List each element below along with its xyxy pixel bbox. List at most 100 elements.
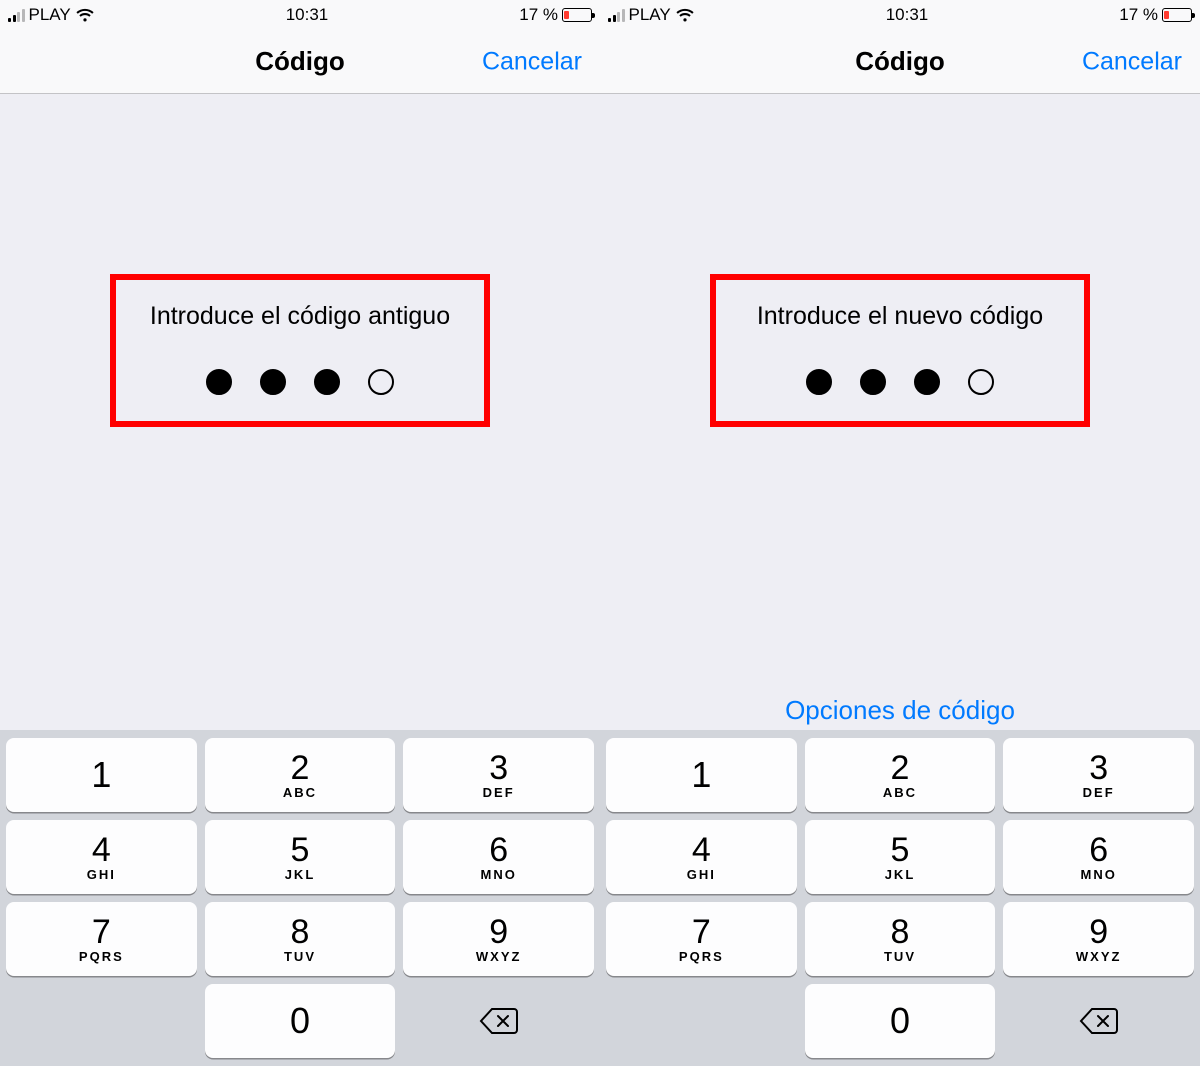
passcode-dot (260, 369, 286, 395)
key-4[interactable]: 4GHI (6, 820, 197, 894)
key-letters: WXYZ (1076, 949, 1122, 964)
key-digit: 5 (291, 833, 310, 867)
key-letters: ABC (883, 785, 917, 800)
key-1[interactable]: 1 (6, 738, 197, 812)
key-digit: 9 (1089, 915, 1108, 949)
key-letters: JKL (885, 867, 916, 882)
status-right: 17 % (1119, 5, 1192, 25)
key-letters: MNO (480, 867, 516, 882)
passcode-dot (368, 369, 394, 395)
passcode-dot (314, 369, 340, 395)
key-9[interactable]: 9WXYZ (403, 902, 594, 976)
status-left: PLAY (608, 5, 695, 25)
key-4[interactable]: 4GHI (606, 820, 797, 894)
backspace-icon (1078, 1006, 1120, 1036)
key-7[interactable]: 7PQRS (6, 902, 197, 976)
page-title: Código (855, 46, 945, 77)
key-letters: MNO (1080, 867, 1116, 882)
key-letters: ABC (283, 785, 317, 800)
passcode-dot (806, 369, 832, 395)
key-6[interactable]: 6MNO (403, 820, 594, 894)
prompt-text: Introduce el código antiguo (126, 302, 474, 331)
key-2[interactable]: 2ABC (805, 738, 996, 812)
passcode-dot (860, 369, 886, 395)
signal-icon (8, 9, 25, 22)
battery-pct: 17 % (1119, 5, 1158, 25)
key-5[interactable]: 5JKL (805, 820, 996, 894)
key-0[interactable]: 0 (205, 984, 396, 1058)
passcode-dot (914, 369, 940, 395)
key-6[interactable]: 6MNO (1003, 820, 1194, 894)
nav-bar: Código Cancelar (0, 30, 600, 94)
backspace-icon (478, 1006, 520, 1036)
nav-bar: Código Cancelar (600, 30, 1200, 94)
battery-icon (1162, 8, 1192, 22)
key-digit: 2 (291, 751, 310, 785)
key-2[interactable]: 2ABC (205, 738, 396, 812)
key-digit: 4 (692, 833, 711, 867)
numeric-keypad: 1 2ABC 3DEF 4GHI 5JKL 6MNO 7PQRS 8TUV 9W… (600, 730, 1200, 1066)
battery-icon (562, 8, 592, 22)
key-letters: TUV (884, 949, 916, 964)
passcode-dot (968, 369, 994, 395)
passcode-dots (126, 369, 474, 395)
highlight-box: Introduce el código antiguo (110, 274, 490, 427)
page-title: Código (255, 46, 345, 77)
key-letters: DEF (483, 785, 515, 800)
wifi-icon (75, 8, 95, 23)
cancel-button[interactable]: Cancelar (1082, 47, 1182, 76)
carrier-label: PLAY (29, 5, 71, 25)
key-letters: DEF (1083, 785, 1115, 800)
carrier-label: PLAY (629, 5, 671, 25)
key-digit: 8 (891, 915, 910, 949)
key-letters: WXYZ (476, 949, 522, 964)
status-right: 17 % (519, 5, 592, 25)
screen-new-passcode: PLAY 10:31 17 % Código Cancelar Introduc… (600, 0, 1200, 1066)
wifi-icon (675, 8, 695, 23)
key-letters: PQRS (79, 949, 124, 964)
key-3[interactable]: 3DEF (403, 738, 594, 812)
backspace-button[interactable] (1003, 984, 1194, 1058)
key-1[interactable]: 1 (606, 738, 797, 812)
key-digit: 3 (489, 751, 508, 785)
passcode-options-button[interactable]: Opciones de código (600, 695, 1200, 726)
key-5[interactable]: 5JKL (205, 820, 396, 894)
signal-icon (608, 9, 625, 22)
status-left: PLAY (8, 5, 95, 25)
key-digit: 7 (692, 915, 711, 949)
key-3[interactable]: 3DEF (1003, 738, 1194, 812)
key-digit: 8 (291, 915, 310, 949)
key-digit: 2 (891, 751, 910, 785)
key-8[interactable]: 8TUV (805, 902, 996, 976)
battery-pct: 17 % (519, 5, 558, 25)
key-digit: 4 (92, 833, 111, 867)
cancel-button[interactable]: Cancelar (482, 47, 582, 76)
key-letters: PQRS (679, 949, 724, 964)
numeric-keypad: 1 2ABC 3DEF 4GHI 5JKL 6MNO 7PQRS 8TUV 9W… (0, 730, 600, 1066)
key-letters: GHI (687, 867, 716, 882)
key-letters: TUV (284, 949, 316, 964)
key-digit: 1 (691, 757, 711, 793)
key-letters: JKL (285, 867, 316, 882)
backspace-button[interactable] (403, 984, 594, 1058)
highlight-box: Introduce el nuevo código (710, 274, 1090, 427)
status-bar: PLAY 10:31 17 % (600, 0, 1200, 30)
key-blank (606, 984, 797, 1058)
screen-old-passcode: PLAY 10:31 17 % Código Cancelar Introduc… (0, 0, 600, 1066)
status-bar: PLAY 10:31 17 % (0, 0, 600, 30)
status-time: 10:31 (886, 5, 929, 25)
key-digit: 0 (890, 1003, 910, 1039)
key-digit: 3 (1089, 751, 1108, 785)
key-digit: 0 (290, 1003, 310, 1039)
key-0[interactable]: 0 (805, 984, 996, 1058)
key-7[interactable]: 7PQRS (606, 902, 797, 976)
key-digit: 1 (91, 757, 111, 793)
status-time: 10:31 (286, 5, 329, 25)
content-area: Introduce el nuevo código Opciones de có… (600, 94, 1200, 730)
key-digit: 5 (891, 833, 910, 867)
key-digit: 7 (92, 915, 111, 949)
key-digit: 6 (1089, 833, 1108, 867)
key-8[interactable]: 8TUV (205, 902, 396, 976)
key-letters: GHI (87, 867, 116, 882)
key-9[interactable]: 9WXYZ (1003, 902, 1194, 976)
